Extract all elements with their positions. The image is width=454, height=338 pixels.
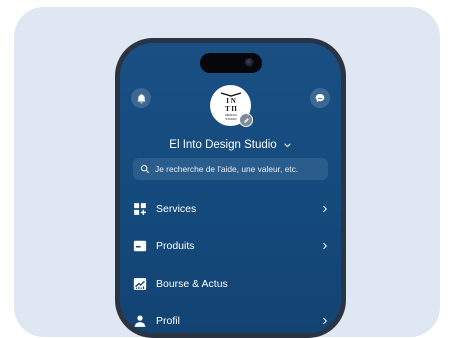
menu-item-bourse[interactable]: Bourse & Actus (133, 273, 330, 295)
menu-item-label: Profil (156, 315, 180, 327)
chevron-down-icon (284, 143, 291, 147)
logo-line-1: I N (226, 97, 236, 105)
chart-icon (133, 277, 147, 291)
pencil-icon (243, 117, 249, 123)
dynamic-island (200, 53, 262, 73)
logo-line-4: STUDIO (225, 117, 237, 121)
chat-button[interactable] (310, 88, 330, 108)
search-placeholder: Je recherche de l'aide, une valeur, etc. (155, 164, 299, 174)
chevron-right-icon (320, 204, 330, 214)
menu-item-label: Services (156, 203, 197, 215)
person-icon (133, 314, 147, 328)
chevron-right-icon (320, 241, 330, 251)
chevron-right-icon (320, 316, 330, 326)
menu-item-produits[interactable]: Produits (133, 235, 330, 257)
camera-icon (245, 58, 254, 67)
menu-item-label: Bourse & Actus (156, 278, 228, 290)
studio-logo[interactable]: I N T Π DESIGN STUDIO (210, 85, 253, 127)
menu-item-profil[interactable]: Profil (133, 310, 330, 332)
menu-item-services[interactable]: Services (133, 198, 330, 220)
bell-icon (136, 93, 146, 104)
studio-name: El Into Design Studio (169, 139, 277, 151)
studio-selector[interactable]: El Into Design Studio (120, 136, 341, 154)
search-icon (140, 164, 150, 174)
notifications-button[interactable] (131, 88, 151, 108)
edit-badge[interactable] (239, 113, 253, 127)
grid-plus-icon (133, 202, 147, 216)
search-input[interactable]: Je recherche de l'aide, une valeur, etc. (133, 158, 328, 180)
chat-icon (315, 94, 325, 102)
phone-screen: I N T Π DESIGN STUDIO El Into Design Stu… (120, 43, 341, 333)
card-icon (133, 239, 147, 253)
menu-item-label: Produits (156, 240, 195, 252)
logo-line-2: T Π (225, 105, 237, 113)
